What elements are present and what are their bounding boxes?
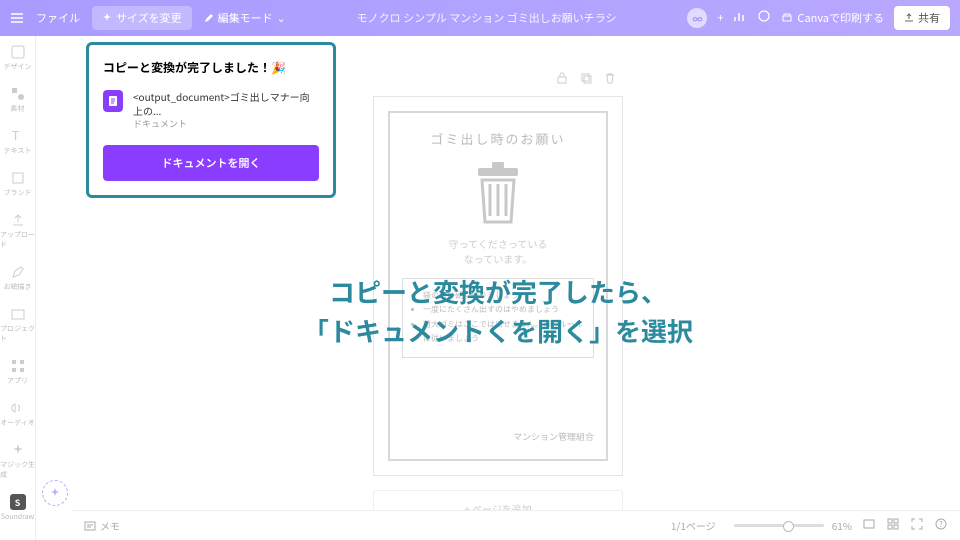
bottom-bar: メモ 1/1ページ 61% ? bbox=[72, 510, 960, 540]
doc-heading: ゴミ出し時のお願い bbox=[430, 129, 565, 148]
sidebar-item-soundraw[interactable]: SSoundraw bbox=[1, 494, 34, 522]
print-button[interactable]: Canvaで印刷する bbox=[781, 10, 884, 26]
canvas-tools bbox=[555, 66, 623, 90]
view-grid-icon[interactable] bbox=[862, 517, 876, 534]
page-indicator[interactable]: 1/1ページ bbox=[671, 518, 716, 533]
sidebar-item-upload[interactable]: アップロード bbox=[0, 212, 35, 250]
sidebar-item-label: デザイン bbox=[4, 62, 32, 72]
sidebar-item-label: お絵描き bbox=[4, 282, 32, 292]
toast-doc-type: ドキュメント bbox=[133, 118, 319, 131]
lock-icon[interactable] bbox=[555, 66, 569, 90]
sidebar-item-design[interactable]: デザイン bbox=[4, 44, 32, 72]
sidebar-item-projects[interactable]: プロジェクト bbox=[0, 306, 35, 344]
doc-subtext: 守ってくださっているなっています。 bbox=[449, 236, 548, 266]
pencil-icon bbox=[204, 13, 214, 23]
avatar[interactable]: ∞ bbox=[687, 8, 707, 28]
add-icon[interactable]: + bbox=[717, 10, 723, 26]
sidebar-item-label: テキスト bbox=[4, 146, 32, 156]
overlay-line: 「ドキュメントくを開く」を選択 bbox=[303, 311, 693, 350]
chevron-down-icon: ⌄ bbox=[277, 10, 286, 26]
sidebar-item-label: オーディオ bbox=[0, 418, 35, 428]
resize-label: サイズを変更 bbox=[116, 10, 182, 26]
sparkle-icon bbox=[102, 13, 112, 23]
edit-mode-label: 編集モード bbox=[218, 10, 273, 26]
help-fab[interactable] bbox=[42, 480, 68, 506]
notes-icon bbox=[84, 520, 96, 532]
file-menu[interactable]: ファイル bbox=[36, 10, 80, 26]
hamburger-icon[interactable] bbox=[10, 11, 24, 25]
notes-label: メモ bbox=[100, 518, 120, 533]
sidebar-item-apps[interactable]: アプリ bbox=[7, 358, 28, 386]
printer-icon bbox=[781, 12, 793, 24]
conversion-toast: コピーと変換が完了しました！🎉 <output_document>ゴミ出しマナー… bbox=[86, 42, 336, 198]
zoom-slider[interactable] bbox=[734, 524, 824, 527]
edit-mode-menu[interactable]: 編集モード ⌄ bbox=[204, 10, 286, 26]
overlay-line: コピーと変換が完了したら、 bbox=[303, 272, 693, 311]
sidebar-item-label: アップロード bbox=[0, 230, 35, 250]
view-thumbnails-icon[interactable] bbox=[886, 517, 900, 534]
sidebar-item-text[interactable]: T テキスト bbox=[4, 128, 32, 156]
sidebar-item-brand[interactable]: ブランド bbox=[4, 170, 32, 198]
canvas-main: コピーと変換が完了しました！🎉 <output_document>ゴミ出しマナー… bbox=[36, 36, 960, 540]
help-icon[interactable]: ? bbox=[934, 517, 948, 534]
toast-doc-name: <output_document>ゴミ出しマナー向上の... bbox=[133, 90, 319, 118]
sidebar-item-label: ブランド bbox=[4, 188, 32, 198]
sidebar-item-label: Soundraw bbox=[1, 512, 34, 522]
notes-button[interactable]: メモ bbox=[84, 518, 120, 533]
trash-icon bbox=[468, 162, 528, 226]
doc-footer: マンション管理組合 bbox=[402, 430, 594, 443]
sidebar-item-magic[interactable]: マジック生成 bbox=[0, 442, 35, 480]
top-toolbar: ファイル サイズを変更 編集モード ⌄ モノクロ シンプル マンション ゴミ出し… bbox=[0, 0, 960, 36]
sidebar-item-label: アプリ bbox=[7, 376, 28, 386]
sidebar-item-label: 素材 bbox=[11, 104, 25, 114]
sidebar-item-elements[interactable]: 素材 bbox=[10, 86, 26, 114]
open-document-button[interactable]: ドキュメントを開く bbox=[103, 145, 319, 181]
left-sidebar: デザイン 素材 T テキスト ブランド アップロード お絵描き プロジェクト アプ… bbox=[0, 36, 36, 540]
svg-text:T: T bbox=[12, 128, 19, 144]
duplicate-icon[interactable] bbox=[579, 66, 593, 90]
svg-text:?: ? bbox=[939, 519, 943, 530]
document-title[interactable]: モノクロ シンプル マンション ゴミ出しお願いチラシ bbox=[298, 10, 675, 26]
upload-icon bbox=[904, 13, 914, 23]
delete-icon[interactable] bbox=[603, 66, 617, 90]
share-button[interactable]: 共有 bbox=[894, 6, 950, 30]
sidebar-item-label: マジック生成 bbox=[0, 460, 35, 480]
sidebar-item-audio[interactable]: オーディオ bbox=[0, 400, 35, 428]
document-icon bbox=[103, 90, 123, 112]
sidebar-item-label: プロジェクト bbox=[0, 324, 35, 344]
resize-button[interactable]: サイズを変更 bbox=[92, 6, 192, 30]
instruction-overlay: コピーと変換が完了したら、 「ドキュメントくを開く」を選択 bbox=[303, 272, 693, 350]
print-label: Canvaで印刷する bbox=[797, 10, 884, 26]
analytics-icon[interactable] bbox=[733, 9, 747, 27]
comment-icon[interactable] bbox=[757, 9, 771, 27]
fullscreen-icon[interactable] bbox=[910, 517, 924, 534]
toast-title: コピーと変換が完了しました！🎉 bbox=[103, 59, 319, 76]
share-label: 共有 bbox=[918, 10, 940, 26]
sidebar-item-draw[interactable]: お絵描き bbox=[4, 264, 32, 292]
zoom-value: 61% bbox=[832, 518, 852, 533]
